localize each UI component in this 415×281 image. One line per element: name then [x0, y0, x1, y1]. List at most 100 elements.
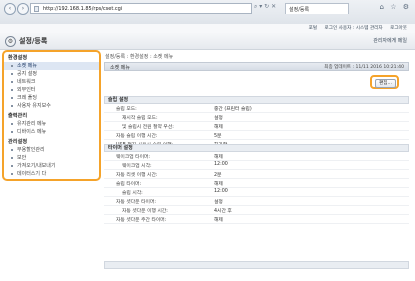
sidebar-section-title: 관리설정 [8, 139, 28, 145]
sidebar-item-label: 가져오기/내보내기 [17, 163, 56, 169]
row-label: 자동 슬립 이행 시간: [116, 134, 158, 139]
address-bar[interactable]: http://192.168.1.85/rps/cset.cgi [30, 3, 252, 14]
sidebar-item-label: 디바이스 메뉴 [17, 129, 47, 135]
next-section-header [104, 261, 409, 269]
panel-title: 소켓 메뉴 [110, 65, 130, 71]
sidebar: 환경설정 소켓 메뉴 공지 설정 네트워크 외부인터 크레 폴딩 사용자 유지보… [2, 50, 101, 181]
bullet-icon [11, 97, 13, 99]
page-title: 설정/등록 [19, 37, 48, 45]
settings-row: 슬립 모드: 중간 (프린터 슬립) [104, 104, 409, 113]
sidebar-item-label: 공지 설정 [17, 71, 37, 77]
bullet-icon [11, 123, 13, 125]
row-value: 12:00 [214, 162, 228, 167]
sidebar-item-label: 네트워크 [17, 79, 36, 85]
bullet-icon [11, 157, 13, 159]
sidebar-item-maintenance-menu[interactable]: 유지관리 메뉴 [4, 120, 99, 128]
portal-top-link[interactable]: 포털 [309, 26, 317, 31]
settings-row: 자동 셧다운 주간 타이머: 해제 [104, 215, 409, 224]
row-value: 12:00 [214, 189, 228, 194]
utility-bar: 포털 로그인 사용자 : 시스템 관리자 로그아웃 [0, 24, 415, 33]
settings-row: 웨이크업 타이머: 해제 [104, 152, 409, 161]
sidebar-item-socket-menu[interactable]: 소켓 메뉴 [4, 62, 99, 70]
sidebar-item-user-maintenance[interactable]: 사용자 유지보수 [4, 102, 99, 110]
sidebar-section-title: 출력관리 [8, 113, 28, 119]
panel-header: 소켓 메뉴 최종 업데이트 : 11/11 2016 10:21:40 [104, 62, 409, 71]
sidebar-item-folding[interactable]: 크레 폴딩 [4, 94, 99, 102]
url-text: http://192.168.1.85/rps/cset.cgi [43, 6, 123, 12]
bullet-icon [11, 65, 13, 67]
breadcrumb: 설정/등록 : 환경설정 : 소켓 메뉴 [105, 54, 174, 60]
row-label: 자동 셧다운 주간 타이머: [116, 218, 167, 223]
row-label: 슬립 시각: [122, 191, 143, 196]
sidebar-item-department[interactable]: 부용할인관리 [4, 146, 99, 154]
edit-button-highlight: 편집... [370, 75, 399, 89]
settings-row: 슬립 타이머: 해제 [104, 179, 409, 188]
sidebar-item-notice[interactable]: 공지 설정 [4, 70, 99, 78]
sidebar-item-label: 소켓 메뉴 [17, 63, 37, 69]
row-label: 웨이크업 타이머: [116, 155, 151, 160]
settings-row: 및 슬립시 전원 절약 우선: 해제 [104, 122, 409, 131]
bullet-icon [11, 81, 13, 83]
bullet-icon [11, 89, 13, 91]
tab-title: 설정/등록 [289, 7, 310, 13]
row-value: 해제 [214, 218, 223, 223]
bullet-icon [11, 173, 13, 175]
sidebar-item-label: 외부인터 [17, 87, 36, 93]
address-tools-icons[interactable]: ⌕ ▾ ↻ ✕ [254, 3, 276, 11]
forward-arrow-icon[interactable]: › [17, 3, 29, 15]
login-user-text: 로그인 사용자 : 시스템 관리자 [324, 26, 383, 31]
row-value: 중간 (프린터 슬립) [214, 107, 252, 112]
sidebar-item-data[interactable]: 데이터스기 다 [4, 170, 99, 178]
row-value: 해제 [214, 125, 223, 130]
row-label: 자동 셧다운 타이머: [116, 200, 156, 205]
section-title: 슬립 설정 [104, 96, 409, 104]
sidebar-item-import-export[interactable]: 가져오기/내보내기 [4, 162, 99, 170]
back-arrow-icon[interactable]: ‹ [4, 3, 16, 15]
bullet-icon [11, 73, 13, 75]
sidebar-item-external[interactable]: 외부인터 [4, 86, 99, 94]
sidebar-item-label: 부용할인관리 [17, 147, 45, 153]
row-label: 자동 리셋 이행 시간: [116, 173, 158, 178]
sidebar-item-label: 데이터스기 다 [17, 171, 47, 177]
last-updated-text: 최종 업데이트 : 11/11 2016 10:21:40 [324, 65, 404, 70]
settings-row: 자동 슬립 이행 시간: 5분 [104, 131, 409, 140]
row-value: 2분 [214, 173, 222, 178]
row-value: 설정 [214, 116, 223, 121]
page-icon [34, 6, 39, 12]
row-label: 슬립 타이머: [116, 182, 142, 187]
row-value: 설정 [214, 200, 223, 205]
row-label: 및 슬립시 전원 절약 우선: [122, 125, 174, 130]
sidebar-item-label: 크레 폴딩 [17, 95, 37, 101]
logout-link[interactable]: 로그아웃 [390, 26, 407, 31]
sidebar-item-label: 보안 [17, 155, 27, 161]
row-label: 웨이크업 시각: [122, 164, 152, 169]
row-value: 5분 [214, 134, 222, 139]
settings-row: 자동 셧다운 이행 시간: 4시간 후 [104, 206, 409, 215]
settings-row: 슬립 시각: 12:00 [104, 188, 409, 197]
sleep-settings-section: 슬립 설정 슬립 모드: 중간 (프린터 슬립) 재시작 슬립 모드: 설정 및… [104, 96, 409, 149]
settings-row: 자동 셧다운 타이머: 설정 [104, 197, 409, 206]
sidebar-item-security[interactable]: 보안 [4, 154, 99, 162]
browser-tab[interactable]: 설정/등록 [285, 3, 349, 14]
mail-admin-link[interactable]: 관리자에게 메일 [373, 37, 407, 44]
row-label: 자동 셧다운 이행 시간: [122, 209, 168, 214]
main-content: 설정/등록 : 환경설정 : 소켓 메뉴 소켓 메뉴 최종 업데이트 : 11/… [104, 50, 411, 281]
bullet-icon [11, 105, 13, 107]
edit-button[interactable]: 편집... [375, 79, 396, 88]
settings-row: 웨이크업 시각: 12:00 [104, 161, 409, 170]
timer-settings-section: 타이머 설정 웨이크업 타이머: 해제 웨이크업 시각: 12:00 자동 리셋… [104, 144, 409, 224]
sidebar-item-network[interactable]: 네트워크 [4, 78, 99, 86]
sidebar-item-label: 사용자 유지보수 [17, 103, 51, 109]
bullet-icon [11, 165, 13, 167]
row-label: 재시작 슬립 모드: [122, 116, 158, 121]
row-label: 슬립 모드: [116, 107, 137, 112]
row-value: 해제 [214, 155, 223, 160]
sidebar-item-device-menu[interactable]: 디바이스 메뉴 [4, 128, 99, 136]
section-title: 타이머 설정 [104, 144, 409, 152]
browser-toolbar: ‹ › http://192.168.1.85/rps/cset.cgi ⌕ ▾… [0, 0, 415, 25]
settings-row: 자동 리셋 이행 시간: 2분 [104, 170, 409, 179]
row-value: 4시간 후 [214, 209, 232, 214]
sidebar-section-title: 환경설정 [8, 55, 28, 61]
sidebar-item-label: 유지관리 메뉴 [17, 121, 47, 127]
browser-menu-icons[interactable]: ⌂ ☆ ⚙ [380, 3, 411, 11]
